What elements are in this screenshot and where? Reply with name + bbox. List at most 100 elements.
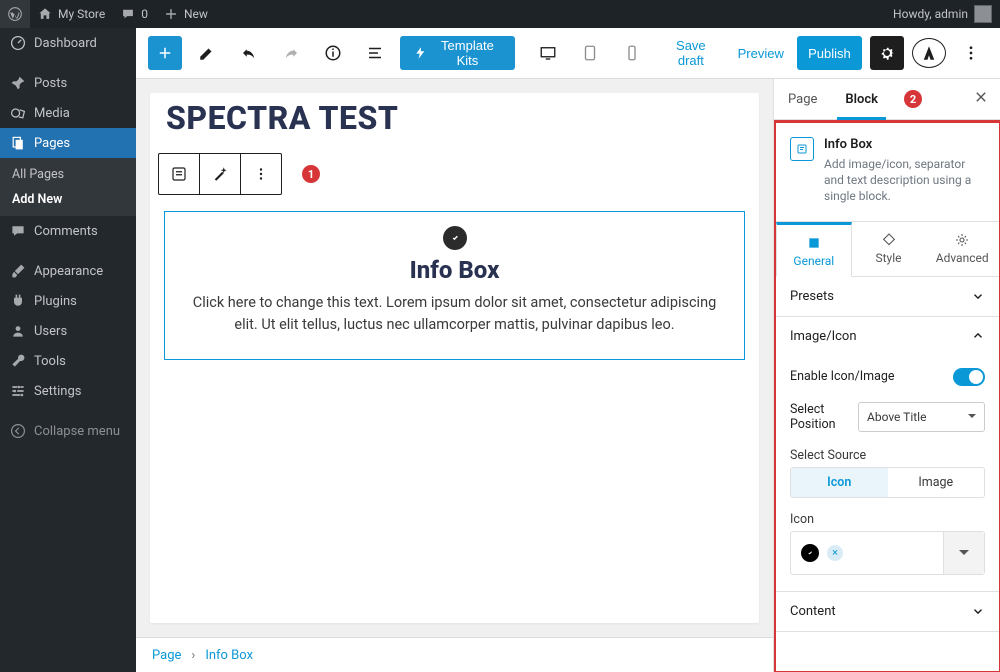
infobox-heading[interactable]: Info Box xyxy=(185,256,724,284)
submenu-add-new[interactable]: Add New xyxy=(0,187,136,212)
page-title[interactable]: SPECTRA TEST xyxy=(158,93,751,143)
select-position-dropdown[interactable]: Above Title xyxy=(858,402,985,432)
media-icon xyxy=(10,105,26,121)
source-image-option[interactable]: Image xyxy=(888,468,985,497)
sidebar-item-label: Plugins xyxy=(34,294,77,309)
sidebar-item-users[interactable]: Users xyxy=(0,316,136,346)
dashboard-icon xyxy=(10,35,26,51)
save-draft-button[interactable]: Save draft xyxy=(657,36,725,70)
info-button[interactable] xyxy=(316,36,350,70)
block-more-button[interactable] xyxy=(241,154,281,194)
accordion-toggle-presets[interactable]: Presets xyxy=(776,277,999,316)
select-position-label: Select Position xyxy=(790,402,858,432)
astra-icon xyxy=(920,44,938,62)
select-value: Above Title xyxy=(867,410,926,424)
sidebar-item-dashboard[interactable]: Dashboard xyxy=(0,28,136,58)
subtab-style[interactable]: Style xyxy=(852,222,926,276)
infobox-text[interactable]: Click here to change this text. Lorem ip… xyxy=(185,292,724,337)
more-menu-button[interactable] xyxy=(954,36,988,70)
diamond-icon xyxy=(881,232,897,248)
astra-button[interactable] xyxy=(912,38,946,68)
infobox-block[interactable]: Info Box Click here to change this text.… xyxy=(164,211,745,360)
template-kits-button[interactable]: Template Kits xyxy=(400,36,515,70)
bolt-icon xyxy=(414,45,428,61)
block-summary-desc: Add image/icon, separator and text descr… xyxy=(824,156,985,205)
tab-block[interactable]: Block xyxy=(831,79,892,119)
settings-toggle-button[interactable] xyxy=(870,36,904,70)
chevron-up-icon xyxy=(971,329,985,343)
close-settings-button[interactable] xyxy=(962,90,1000,108)
source-icon-option[interactable]: Icon xyxy=(791,468,888,497)
icon-preview xyxy=(801,544,819,562)
pencil-icon xyxy=(198,44,216,62)
sidebar-item-label: Settings xyxy=(34,384,81,399)
greeting: Howdy, admin xyxy=(893,7,968,21)
settings-tabs: Page Block 2 xyxy=(774,79,1000,120)
block-summary: Info Box Add image/icon, separator and t… xyxy=(776,123,999,222)
icon-remove-button[interactable]: × xyxy=(827,545,843,561)
block-summary-title: Info Box xyxy=(824,137,985,152)
device-tablet[interactable] xyxy=(573,36,607,70)
account-link[interactable]: Howdy, admin xyxy=(885,0,1000,28)
comment-icon xyxy=(121,7,135,21)
infobox-block-icon xyxy=(443,226,467,250)
redo-button[interactable] xyxy=(274,36,308,70)
wp-logo[interactable] xyxy=(0,0,30,28)
new-link[interactable]: New xyxy=(156,0,216,28)
inspector-tabs: General Style Advanced xyxy=(776,222,999,277)
sidebar-item-settings[interactable]: Settings xyxy=(0,376,136,406)
device-mobile[interactable] xyxy=(615,36,649,70)
admin-sidebar: Dashboard Posts Media Pages All Pages Ad… xyxy=(0,28,136,672)
home-icon xyxy=(38,7,52,21)
sidebar-item-posts[interactable]: Posts xyxy=(0,68,136,98)
preview-button[interactable]: Preview xyxy=(733,36,789,70)
block-type-button[interactable] xyxy=(159,154,200,194)
device-desktop[interactable] xyxy=(531,36,565,70)
comments-link[interactable]: 0 xyxy=(113,0,156,28)
tablet-icon xyxy=(581,44,599,62)
desktop-icon xyxy=(539,44,557,62)
collapse-menu[interactable]: Collapse menu xyxy=(0,416,136,446)
sidebar-item-appearance[interactable]: Appearance xyxy=(0,256,136,286)
sidebar-item-plugins[interactable]: Plugins xyxy=(0,286,136,316)
editor: Template Kits Save draft Preview Publish… xyxy=(136,28,1000,672)
list-view-button[interactable] xyxy=(358,36,392,70)
breadcrumb-root[interactable]: Page xyxy=(152,648,181,663)
settings-panel: Page Block 2 Info Box Add image/icon, se… xyxy=(773,79,1000,672)
publish-button[interactable]: Publish xyxy=(797,36,862,70)
save-draft-label: Save draft xyxy=(665,38,717,68)
enable-icon-label: Enable Icon/Image xyxy=(790,369,895,384)
icon-picker-label: Icon xyxy=(790,512,814,527)
accordion-toggle-image-icon[interactable]: Image/Icon xyxy=(776,317,999,356)
tab-page[interactable]: Page xyxy=(774,79,831,119)
sliders-icon xyxy=(10,383,26,399)
add-block-button[interactable] xyxy=(148,36,182,70)
site-link[interactable]: My Store xyxy=(30,0,113,28)
breadcrumb-leaf[interactable]: Info Box xyxy=(205,648,253,663)
enable-icon-toggle[interactable] xyxy=(953,368,985,386)
admin-bar: My Store 0 New Howdy, admin xyxy=(0,0,1000,28)
site-name: My Store xyxy=(58,7,105,21)
sidebar-item-tools[interactable]: Tools xyxy=(0,346,136,376)
breadcrumb: Page › Info Box xyxy=(136,637,773,672)
check-circle-icon xyxy=(805,548,815,558)
edit-mode-button[interactable] xyxy=(190,36,224,70)
block-styles-button[interactable] xyxy=(200,154,241,194)
plug-icon xyxy=(10,293,26,309)
accordion-presets: Presets xyxy=(776,277,999,317)
icon-dropdown-button[interactable] xyxy=(943,532,984,574)
sidebar-item-comments[interactable]: Comments xyxy=(0,216,136,246)
submenu-all-pages[interactable]: All Pages xyxy=(0,162,136,187)
preview-label: Preview xyxy=(738,46,784,61)
subtab-general[interactable]: General xyxy=(776,222,852,277)
accordion-content: Content xyxy=(776,592,999,632)
annotation-badge-2: 2 xyxy=(904,90,922,108)
accordion-toggle-content[interactable]: Content xyxy=(776,592,999,631)
sidebar-item-label: Tools xyxy=(34,354,66,369)
subtab-advanced[interactable]: Advanced xyxy=(925,222,999,276)
sidebar-item-pages[interactable]: Pages xyxy=(0,128,136,158)
collapse-icon xyxy=(10,423,26,439)
pages-submenu: All Pages Add New xyxy=(0,158,136,216)
undo-button[interactable] xyxy=(232,36,266,70)
sidebar-item-media[interactable]: Media xyxy=(0,98,136,128)
